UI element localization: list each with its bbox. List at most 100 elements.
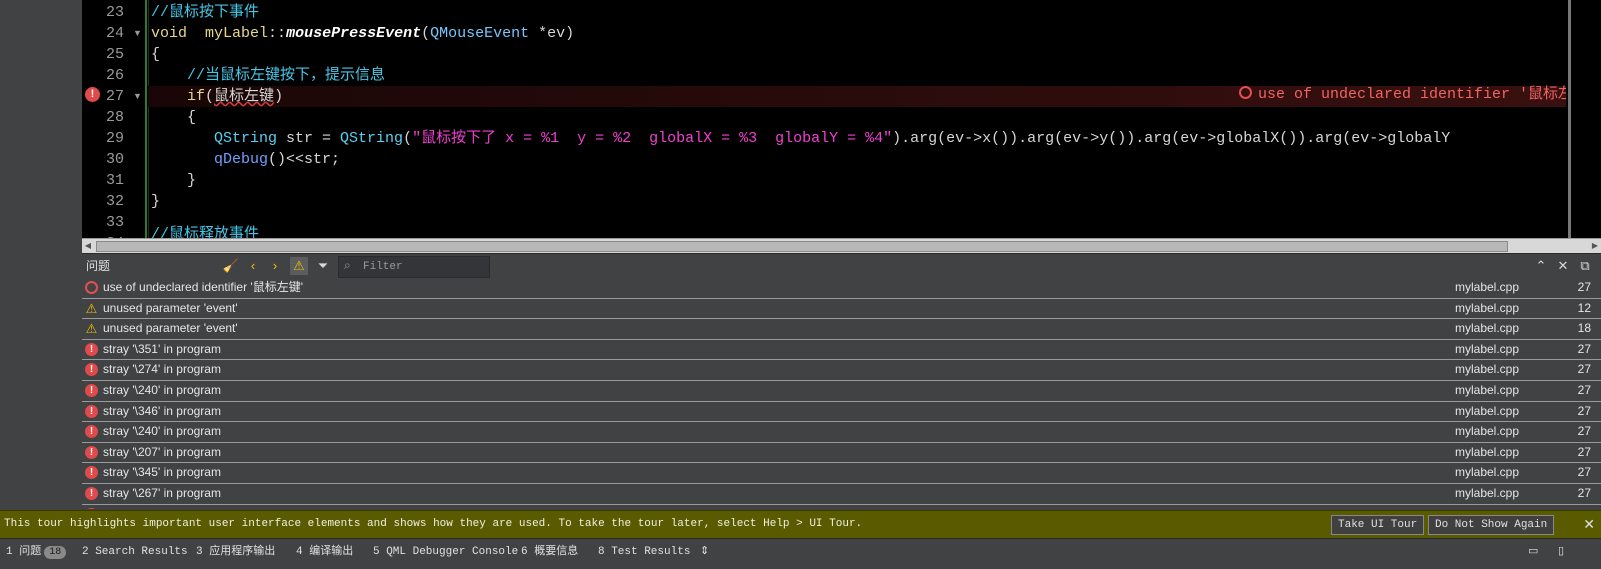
tab-qml-debugger-console[interactable]: 5 QML Debugger Console bbox=[373, 541, 518, 563]
output-pane-tabs: 1 问题 18 2 Search Results 3 应用程序输出 4 编译输出 … bbox=[0, 538, 1601, 569]
code-comment: //当鼠标左键按下，提示信息 bbox=[187, 67, 386, 84]
tab-test-results[interactable]: 8 Test Results bbox=[598, 541, 690, 563]
tab-search-results[interactable]: 2 Search Results bbox=[82, 541, 188, 563]
tab-issues[interactable]: 1 问题 18 bbox=[6, 541, 67, 563]
problem-description: stray '\207' in program bbox=[103, 444, 221, 459]
problem-file: mylabel.cpp bbox=[1455, 485, 1520, 500]
problem-file: mylabel.cpp bbox=[1455, 362, 1520, 377]
filter-funnel-icon[interactable]: ⏷ bbox=[314, 257, 332, 275]
problem-description: stray '\246' in program bbox=[103, 505, 221, 509]
code-text: ( bbox=[205, 88, 215, 105]
editor-horizontal-scrollbar[interactable]: ◀ ▶ bbox=[82, 238, 1601, 253]
scroll-right-arrow-icon[interactable]: ▶ bbox=[1589, 239, 1601, 253]
line-number: 26 bbox=[105, 67, 124, 84]
problem-line: 18 bbox=[1577, 321, 1591, 336]
clean-brush-icon[interactable]: 🧹 bbox=[222, 257, 240, 275]
scrollbar-thumb[interactable] bbox=[96, 241, 1508, 252]
problem-file: mylabel.cpp bbox=[1455, 465, 1520, 480]
code-text: } bbox=[151, 193, 161, 210]
error-circle-icon bbox=[1238, 85, 1252, 99]
code-keyword: if bbox=[187, 88, 206, 105]
editor-vertical-scrollbar[interactable] bbox=[1566, 0, 1601, 238]
code-line[interactable]: void myLabel::mousePressEvent(QMouseEven… bbox=[151, 23, 1601, 44]
problem-file: mylabel.cpp bbox=[1455, 505, 1519, 509]
problem-row[interactable]: ⚠ unused parameter 'event' mylabel.cpp 12 bbox=[82, 298, 1601, 320]
error-icon: ! bbox=[85, 507, 98, 509]
error-icon: ! bbox=[85, 466, 98, 480]
problem-file: mylabel.cpp bbox=[1455, 341, 1520, 356]
problem-line: 27 bbox=[1578, 505, 1591, 509]
filter-field[interactable]: ⌕ bbox=[338, 256, 490, 278]
line-number: 24 bbox=[105, 25, 124, 42]
fold-arrow-icon[interactable]: ▼ bbox=[133, 23, 143, 44]
problem-row[interactable]: ! stray '\207' in program mylabel.cpp 27 bbox=[82, 442, 1601, 464]
error-icon: ! bbox=[85, 383, 98, 397]
problem-row[interactable]: ! stray '\267' in program mylabel.cpp 27 bbox=[82, 483, 1601, 505]
code-line[interactable]: qDebug()<<str; bbox=[151, 149, 1601, 170]
code-text: ()<<str; bbox=[268, 151, 341, 168]
close-pane-icon[interactable]: ✕ bbox=[1554, 257, 1572, 275]
code-line[interactable]: QString str = QString("鼠标按下了 x = %1 y = … bbox=[151, 128, 1601, 149]
code-line[interactable]: //当鼠标左键按下，提示信息 bbox=[151, 65, 1601, 86]
tab-application-output[interactable]: 3 应用程序输出 bbox=[196, 541, 275, 563]
problem-line: 27 bbox=[1577, 382, 1591, 397]
scroll-left-arrow-icon[interactable]: ◀ bbox=[82, 239, 94, 253]
code-function-name: mousePressEvent bbox=[286, 25, 422, 42]
problem-description: stray '\345' in program bbox=[103, 465, 221, 480]
problem-row[interactable]: ! stray '\246' in program mylabel.cpp 27 bbox=[82, 504, 1601, 509]
code-text: } bbox=[187, 172, 197, 189]
left-mode-strip bbox=[0, 0, 82, 527]
inline-error-text: use of undeclared identifier '鼠标左键' bbox=[1257, 86, 1597, 103]
line-number: 29 bbox=[105, 130, 124, 147]
code-line[interactable]: } bbox=[151, 170, 1601, 191]
tabs-overflow-icon[interactable]: ⇕ bbox=[700, 541, 709, 563]
problem-file: mylabel.cpp bbox=[1455, 444, 1520, 459]
problem-row[interactable]: ! stray '\274' in program mylabel.cpp 27 bbox=[82, 360, 1601, 381]
tab-compile-output[interactable]: 4 编译输出 bbox=[296, 541, 353, 563]
code-undeclared-identifier: 鼠标左键 bbox=[214, 88, 275, 105]
error-icon: ! bbox=[85, 342, 98, 356]
code-line[interactable]: { bbox=[151, 107, 1601, 128]
problem-row[interactable]: ! stray '\346' in program mylabel.cpp 27 bbox=[82, 401, 1601, 423]
line-number: 23 bbox=[105, 4, 124, 21]
problem-file: mylabel.cpp bbox=[1455, 300, 1520, 315]
code-line[interactable]: } bbox=[151, 191, 1601, 212]
take-tour-button[interactable]: Take UI Tour bbox=[1331, 515, 1425, 535]
problem-row[interactable]: ! stray '\240' in program mylabel.cpp 27 bbox=[82, 380, 1601, 402]
problem-row[interactable]: use of undeclared identifier '鼠标左键' mylab… bbox=[82, 278, 1601, 299]
problem-line: 27 bbox=[1577, 280, 1591, 294]
tab-general-messages[interactable]: 6 概要信息 bbox=[521, 541, 578, 563]
next-item-icon[interactable]: › bbox=[266, 257, 284, 275]
problem-row[interactable]: ! stray '\345' in program mylabel.cpp 27 bbox=[82, 463, 1601, 484]
tab-label: 1 问题 bbox=[6, 546, 42, 558]
panel-toggle-icon[interactable]: ▭ bbox=[1528, 541, 1538, 563]
code-text: :: bbox=[268, 25, 287, 42]
problem-row[interactable]: ⚠ unused parameter 'event' mylabel.cpp 18 bbox=[82, 319, 1601, 340]
close-icon[interactable]: ✕ bbox=[1583, 515, 1595, 533]
fold-arrow-icon[interactable]: ▼ bbox=[133, 86, 143, 107]
previous-item-icon[interactable]: ‹ bbox=[244, 257, 262, 275]
filter-input[interactable] bbox=[361, 258, 485, 276]
code-line[interactable]: { bbox=[151, 44, 1601, 65]
problem-line: 27 bbox=[1577, 362, 1591, 377]
problem-line: 27 bbox=[1577, 403, 1591, 418]
code-text: ).arg(ev->x()).arg(ev->y()).arg(ev->glob… bbox=[892, 130, 1451, 147]
problems-list: use of undeclared identifier '鼠标左键' mylab… bbox=[82, 278, 1601, 509]
problem-file: mylabel.cpp bbox=[1455, 321, 1520, 336]
code-text: ( bbox=[421, 25, 431, 42]
code-type: QString bbox=[214, 130, 278, 147]
problem-row[interactable]: ! stray '\351' in program mylabel.cpp 27 bbox=[82, 339, 1601, 361]
problem-row[interactable]: ! stray '\240' in program mylabel.cpp 27 bbox=[82, 422, 1601, 443]
maximize-pane-icon[interactable]: ⌃ bbox=[1532, 257, 1550, 275]
problem-description: stray '\267' in program bbox=[103, 485, 221, 500]
ui-tour-infobar: This tour highlights important user inte… bbox=[0, 510, 1601, 538]
code-function-call: qDebug bbox=[214, 151, 269, 168]
show-warnings-icon[interactable]: ⚠ bbox=[290, 257, 308, 275]
do-not-show-again-button[interactable]: Do Not Show Again bbox=[1428, 515, 1555, 535]
inline-error-annotation[interactable]: use of undeclared identifier '鼠标左键' bbox=[1238, 84, 1597, 105]
code-line[interactable]: //鼠标按下事件 bbox=[151, 2, 1601, 23]
sidebar-toggle-icon[interactable]: ▯ bbox=[1558, 541, 1564, 563]
problem-line: 27 bbox=[1577, 424, 1591, 439]
code-editor[interactable]: 23 24 ▼ 25 26 ! 27 ▼ 28 29 30 31 32 33 3… bbox=[82, 0, 1601, 243]
float-pane-icon[interactable]: ⧉ bbox=[1576, 257, 1594, 275]
